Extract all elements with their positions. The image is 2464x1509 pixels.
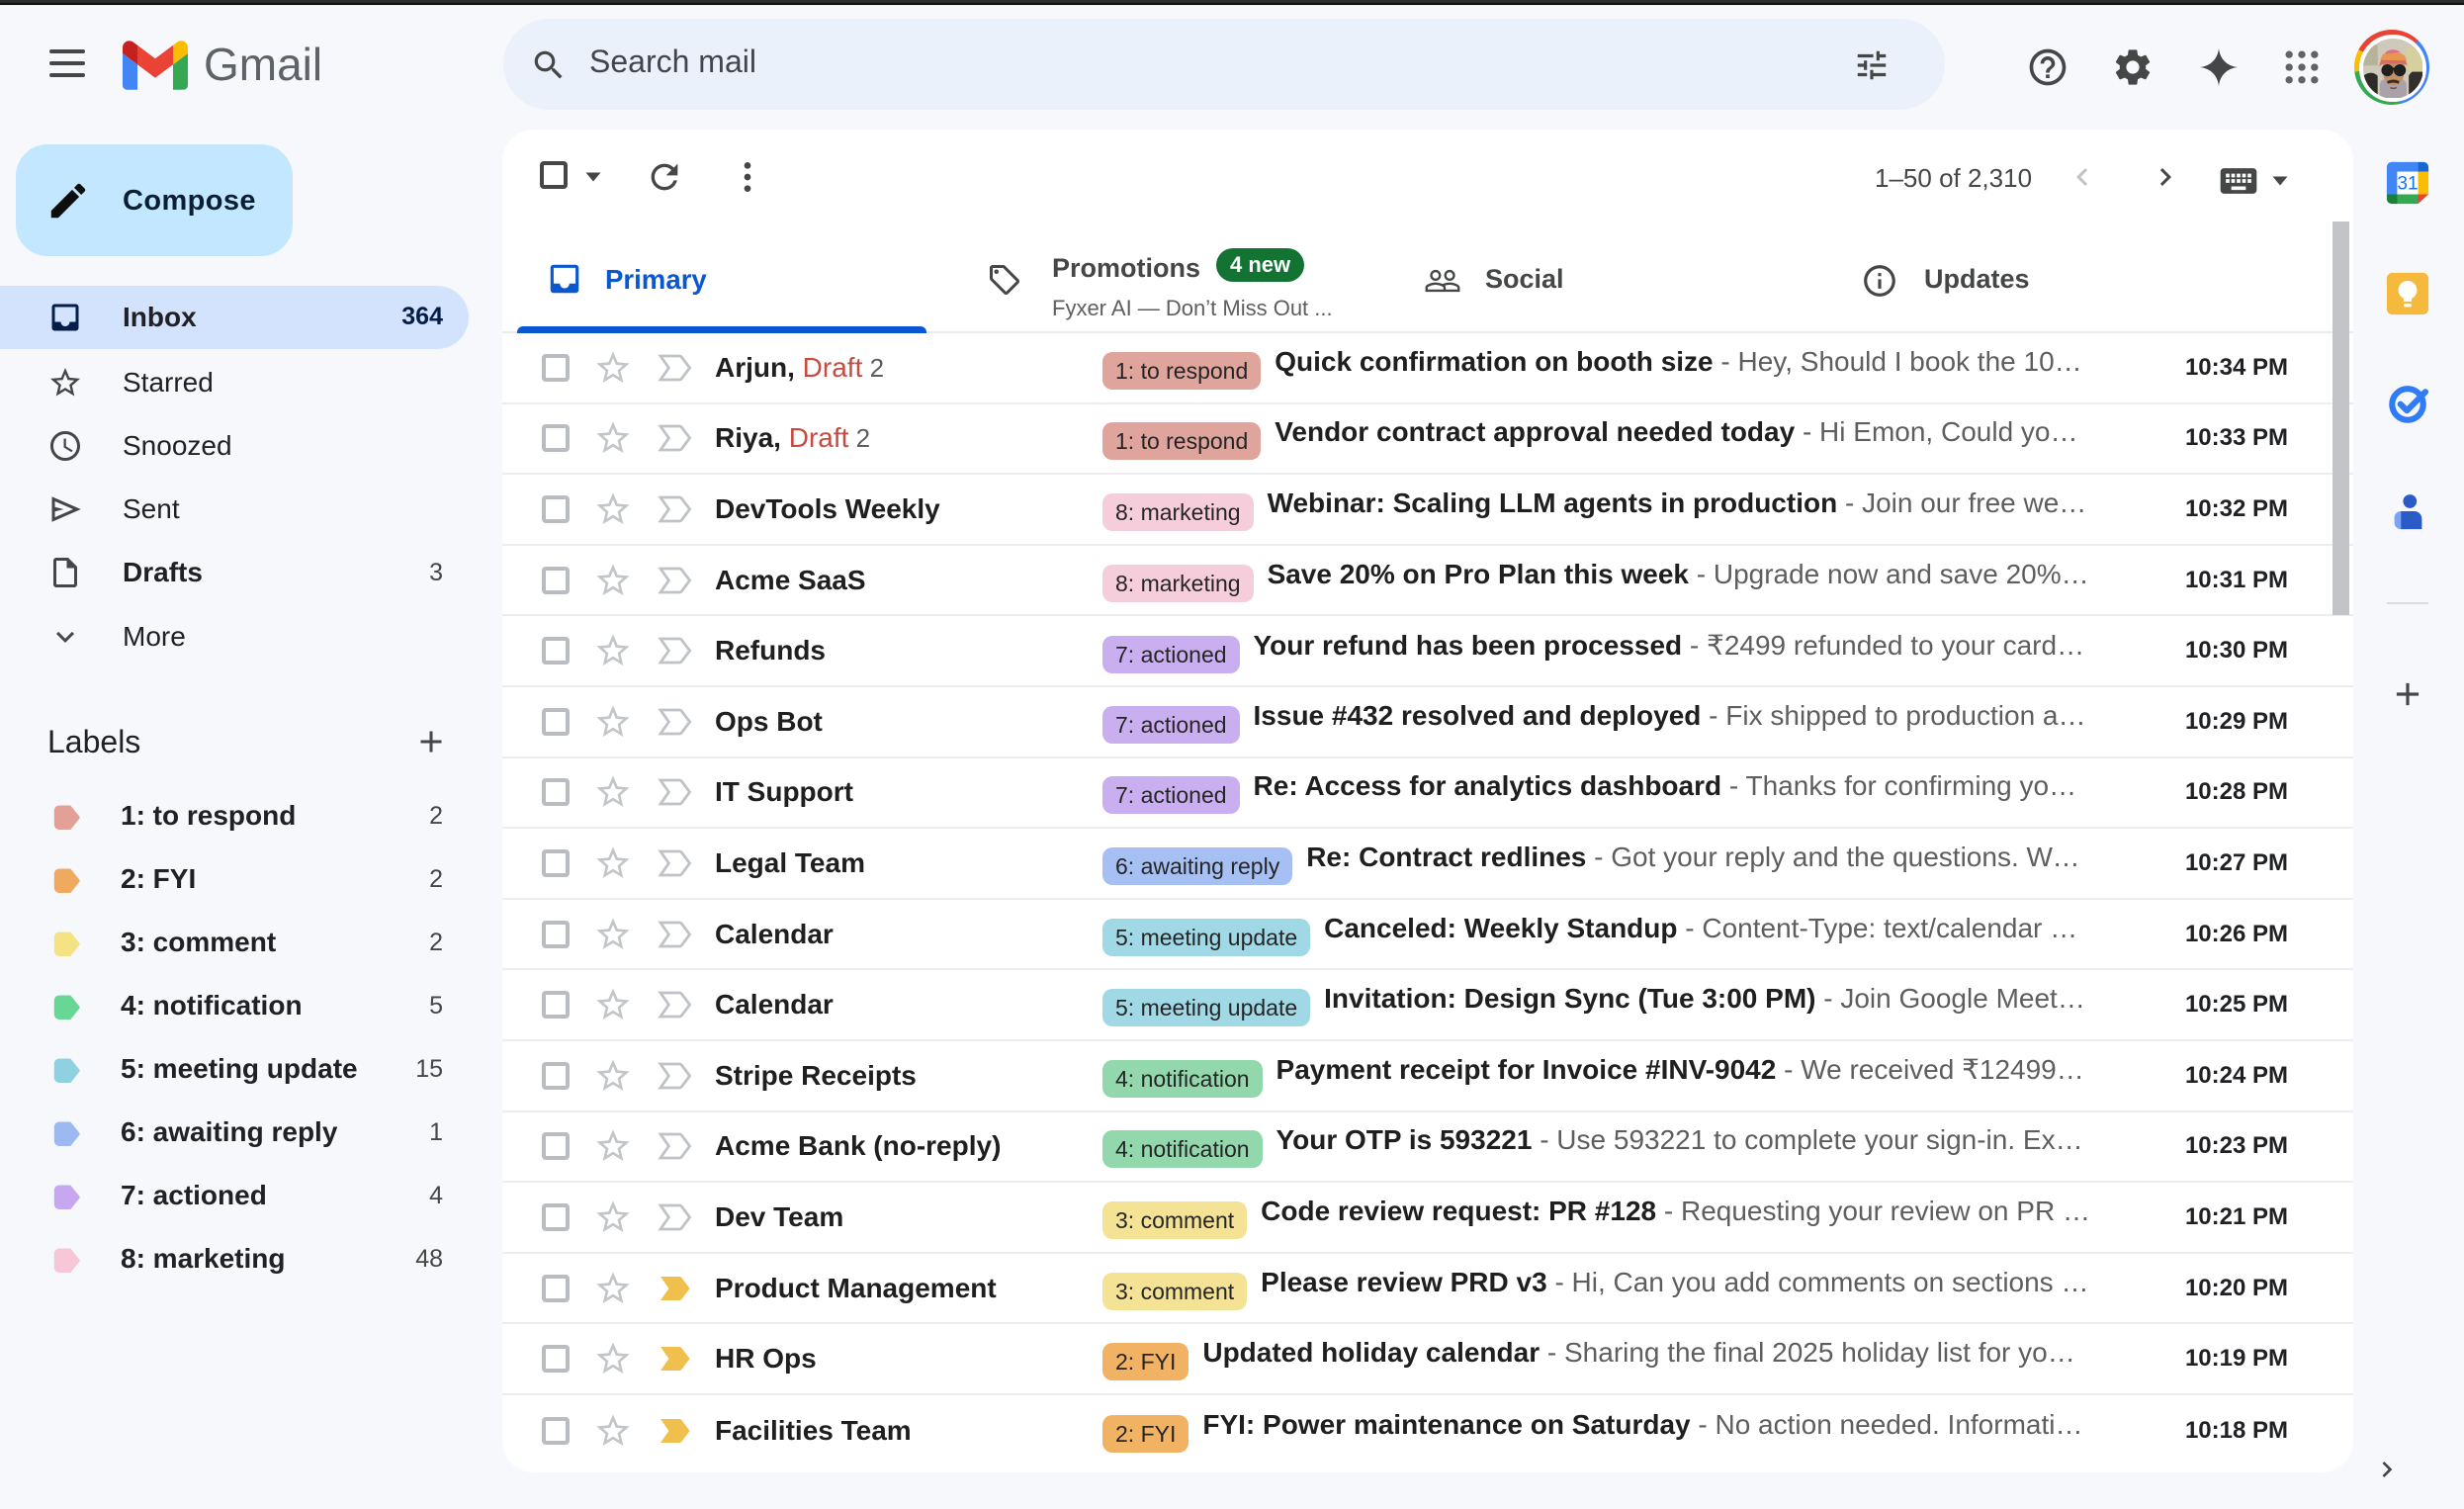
svg-text:31: 31 (2397, 174, 2418, 195)
